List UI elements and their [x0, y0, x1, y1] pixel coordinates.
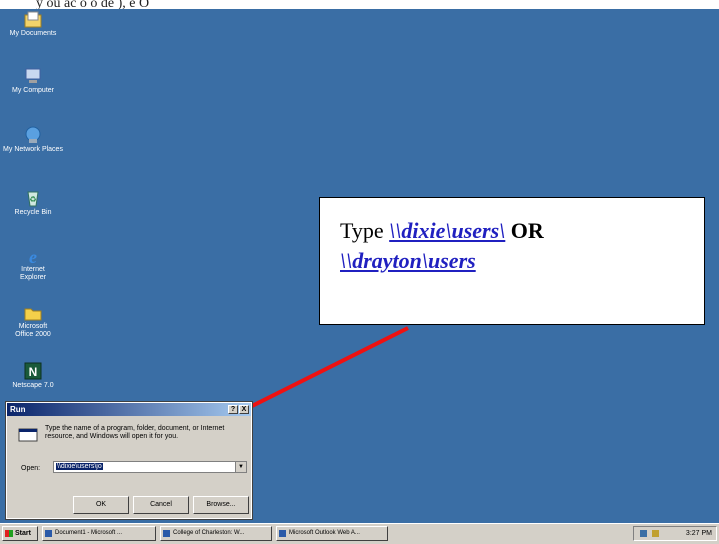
svg-text:♻: ♻ [29, 195, 36, 204]
desktop-icon-label: Microsoft Office 2000 [15, 323, 51, 338]
taskbar: Start Document1 - Microsoft ... College … [0, 523, 719, 544]
ok-button[interactable]: OK [73, 496, 129, 514]
browser-icon [163, 530, 170, 537]
desktop-icon-network-places[interactable]: My Network Places [0, 125, 66, 154]
desktop-icon-my-documents[interactable]: My Documents [0, 9, 66, 38]
open-input-value[interactable]: \\dixie\users\jo [56, 463, 103, 470]
taskbar-item-document1[interactable]: Document1 - Microsoft ... [42, 526, 156, 541]
run-program-icon [18, 428, 38, 442]
desktop-icon-label: My Computer [11, 87, 54, 94]
desktop-icon-my-computer[interactable]: My Computer [0, 66, 66, 95]
network-places-icon [25, 126, 41, 143]
browse-button[interactable]: Browse... [193, 496, 249, 514]
folder-icon [24, 308, 42, 321]
instruction-callout: Type \\dixie\users\ OR \\drayton\users [319, 197, 705, 325]
callout-type-word: Type [340, 218, 384, 243]
callout-path-dixie-link[interactable]: \\dixie\users\ [389, 218, 505, 243]
internet-explorer-icon: e [29, 247, 37, 266]
run-description: Type the name of a program, folder, docu… [45, 425, 225, 440]
open-combobox[interactable]: \\dixie\users\jo ▼ [53, 461, 247, 473]
run-dialog-titlebar[interactable]: Run ? X [7, 403, 251, 416]
run-dialog: Run ? X Type the name of a program, fold… [5, 401, 253, 520]
chevron-down-icon[interactable]: ▼ [235, 462, 246, 472]
taskbar-item-college[interactable]: College of Charleston: W... [160, 526, 272, 541]
clock[interactable]: 3:27 PM [686, 527, 712, 540]
desktop-icon-label: Recycle Bin [14, 209, 52, 216]
cancel-button[interactable]: Cancel [133, 496, 189, 514]
callout-path-drayton-link[interactable]: \\drayton\users [340, 248, 476, 273]
run-dialog-title: Run [10, 405, 26, 414]
close-button[interactable]: X [239, 405, 249, 414]
svg-text:e: e [29, 247, 37, 266]
windows-logo-icon [5, 530, 13, 537]
desktop-icon-netscape[interactable]: N Netscape 7.0 [0, 361, 66, 390]
system-tray: 3:27 PM [633, 526, 717, 541]
desktop-icon-internet-explorer[interactable]: e Internet Explorer [0, 246, 66, 282]
my-documents-icon [24, 11, 42, 28]
network-tray-icon[interactable] [640, 530, 647, 537]
taskbar-item-label: College of Charleston: W... [173, 530, 245, 536]
help-button[interactable]: ? [228, 405, 238, 414]
open-label: Open: [21, 465, 41, 472]
taskbar-item-label: Document1 - Microsoft ... [55, 530, 123, 536]
recycle-bin-icon: ♻ [27, 191, 39, 207]
desktop-icon-label: Internet Explorer [19, 266, 47, 281]
desktop-icon-office-2000[interactable]: Microsoft Office 2000 [0, 303, 66, 339]
top-caption-fragment: y ou ac o o de ), e O [0, 0, 719, 9]
start-label: Start [15, 530, 31, 537]
svg-text:N: N [29, 365, 38, 379]
callout-or-word: OR [510, 218, 544, 243]
desktop-icon-recycle-bin[interactable]: ♻ Recycle Bin [0, 188, 66, 217]
desktop-icon-label: My Documents [9, 30, 57, 37]
word-icon [45, 530, 52, 537]
desktop-icon-label: Netscape 7.0 [12, 382, 54, 389]
my-computer-icon [25, 68, 41, 83]
taskbar-item-label: Microsoft Outlook Web A... [289, 530, 360, 536]
volume-tray-icon[interactable] [652, 530, 659, 537]
start-button[interactable]: Start [2, 526, 38, 541]
desktop-icon-label: My Network Places [3, 146, 63, 153]
netscape-icon: N [24, 362, 42, 380]
taskbar-item-outlook[interactable]: Microsoft Outlook Web A... [276, 526, 388, 541]
browser-icon [279, 530, 286, 537]
